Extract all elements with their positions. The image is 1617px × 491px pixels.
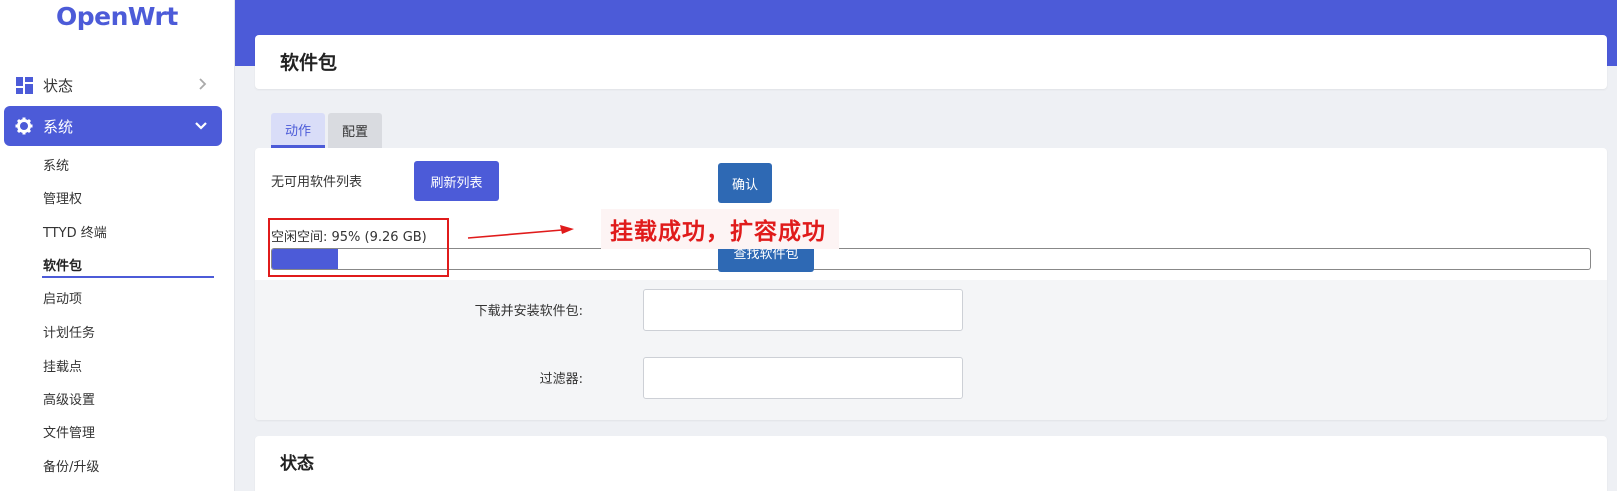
sidebar-item-system[interactable]: 系统 xyxy=(43,155,69,174)
sidebar-item-admin[interactable]: 管理权 xyxy=(43,188,82,207)
sidebar-item-ttyd[interactable]: TTYD 终端 xyxy=(43,222,107,241)
openwrt-logo[interactable]: OpenWrt xyxy=(56,2,178,31)
annotation-arrow-icon xyxy=(467,225,574,239)
filter-label: 过滤器: xyxy=(539,372,583,387)
nav-status-label: 状态 xyxy=(43,76,74,95)
chevron-down-icon xyxy=(194,118,208,136)
chevron-right-icon xyxy=(198,77,208,95)
sidebar-item-backup[interactable]: 备份/升级 xyxy=(43,456,99,475)
sidebar-item-startup[interactable]: 启动项 xyxy=(43,288,82,307)
annotation-text: 挂载成功，扩容成功 xyxy=(610,219,826,245)
gear-icon xyxy=(15,117,33,135)
tab-actions[interactable]: 动作 xyxy=(271,113,325,148)
tab-config[interactable]: 配置 xyxy=(328,113,382,148)
sidebar-item-mount-points[interactable]: 挂载点 xyxy=(43,356,82,375)
status-section: 状态 xyxy=(255,436,1607,491)
annotation-highlight-box xyxy=(268,218,449,277)
sidebar-item-file-manager[interactable]: 文件管理 xyxy=(43,422,95,441)
active-item-underline xyxy=(42,276,214,278)
sidebar-item-advanced[interactable]: 高级设置 xyxy=(43,389,95,408)
dashboard-icon xyxy=(15,76,33,94)
nav-status[interactable]: 状态 xyxy=(4,65,222,105)
no-package-list-text: 无可用软件列表 xyxy=(271,175,363,190)
title-card: 软件包 xyxy=(255,35,1607,89)
page-title: 软件包 xyxy=(280,52,338,74)
free-space-progress xyxy=(271,248,1591,270)
install-form: 下载并安装软件包: 过滤器: xyxy=(255,280,1607,420)
actions-panel: 无可用软件列表 刷新列表 空闲空间: 95% (9.26 GB) 下载并安装软件… xyxy=(255,148,1607,420)
refresh-list-button[interactable]: 刷新列表 xyxy=(414,161,499,201)
nav-system-label: 系统 xyxy=(43,117,74,136)
nav-system[interactable]: 系统 xyxy=(4,106,222,146)
confirm-button[interactable]: 确认 xyxy=(718,163,772,203)
sidebar: OpenWrt 状态 系统 系统 管理权 TTYD 终端 软件包 启动项 计划任… xyxy=(0,0,235,491)
status-section-title: 状态 xyxy=(280,454,314,474)
install-package-input[interactable] xyxy=(643,289,963,331)
sidebar-item-scheduled-tasks[interactable]: 计划任务 xyxy=(43,322,95,341)
filter-input[interactable] xyxy=(643,357,963,399)
sidebar-item-packages[interactable]: 软件包 xyxy=(43,255,82,274)
install-label: 下载并安装软件包: xyxy=(474,304,583,319)
